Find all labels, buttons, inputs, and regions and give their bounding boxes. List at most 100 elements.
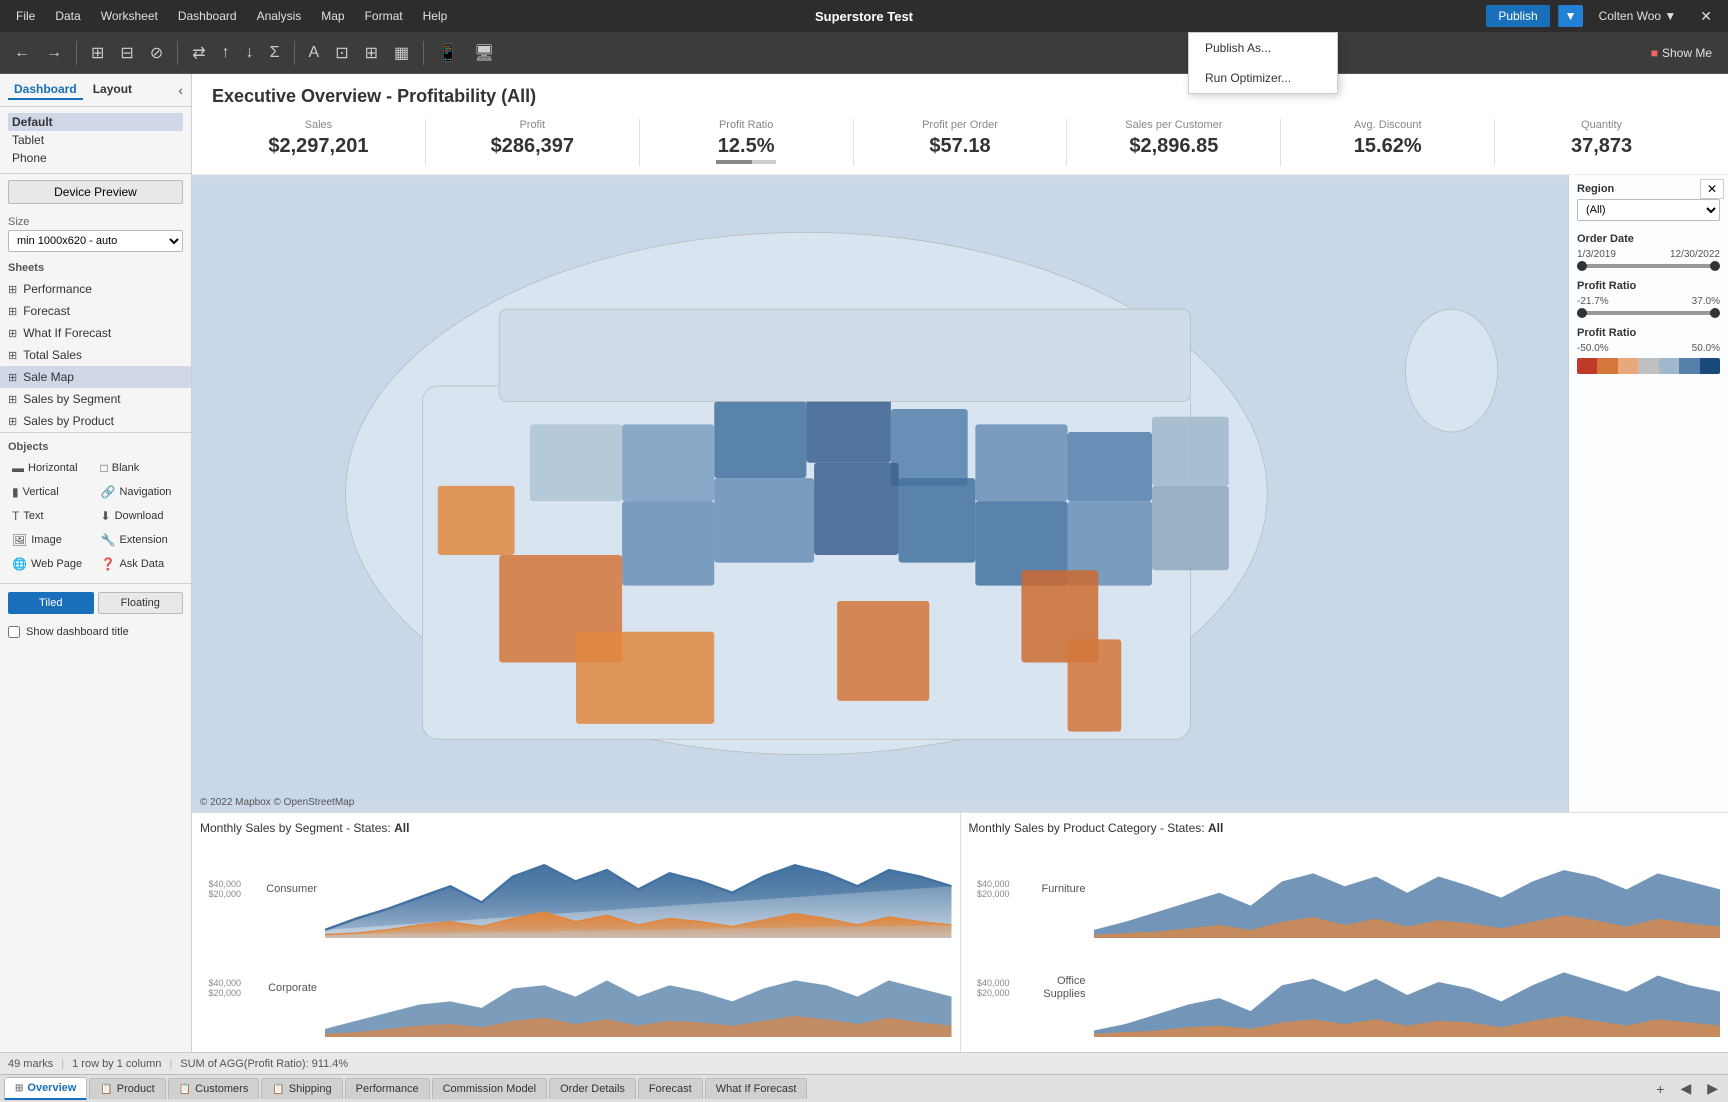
tab-product[interactable]: 📋 Product [89,1078,165,1099]
app-title: Superstore Test [815,9,913,24]
size-select[interactable]: min 1000x620 - auto [8,230,183,252]
fix-button[interactable]: ⊞ [359,39,384,67]
tab-overview[interactable]: ⊞ Overview [4,1077,87,1100]
chart-row-corporate: $40,000 $20,000 Corporate [200,940,952,1037]
swap-button[interactable]: ⇄ [186,39,211,67]
clear-button[interactable]: ⊘ [144,39,169,67]
menu-map[interactable]: Map [313,5,352,27]
object-text[interactable]: T Text [8,505,95,527]
tab-whatifforecast[interactable]: What If Forecast [705,1078,808,1099]
user-menu[interactable]: Colten Woo ▼ [1591,5,1685,27]
object-vertical[interactable]: ▮ Vertical [8,481,95,503]
date-slider-thumb-right[interactable] [1710,261,1720,271]
kpi-sales-per-customer: Sales per Customer $2,896.85 [1067,119,1281,166]
tab-shipping[interactable]: 📋 Shipping [261,1078,342,1099]
desktop-button[interactable]: 🖥 [468,39,500,67]
kpi-header: Executive Overview - Profitability (All)… [192,74,1728,175]
new-sheet-button[interactable]: ⊞ [85,39,110,67]
sort-asc-button[interactable]: ↑ [216,40,236,66]
object-extension[interactable]: 🔧 Extension [97,529,184,551]
filter-region-title: Region [1577,183,1720,195]
corporate-chart[interactable] [325,940,952,1037]
publish-button[interactable]: Publish [1486,5,1549,27]
menu-worksheet[interactable]: Worksheet [93,5,166,27]
back-button[interactable]: ← [8,40,36,66]
sort-desc-button[interactable]: ↓ [240,40,260,66]
profit-slider-track[interactable] [1577,311,1720,315]
menu-bar: File Data Worksheet Dashboard Analysis M… [0,0,1728,32]
sheet-whatif[interactable]: ⊞ What If Forecast [0,322,191,344]
publish-arrow-button[interactable]: ▼ [1558,5,1583,27]
menu-file[interactable]: File [8,5,43,27]
label-button[interactable]: A [303,40,326,66]
date-slider-thumb-left[interactable] [1577,261,1587,271]
tab-performance[interactable]: Performance [345,1078,430,1099]
object-webpage[interactable]: 🌐 Web Page [8,553,95,575]
profit-slider-thumb-right[interactable] [1710,308,1720,318]
filter-region-select[interactable]: (All) [1577,199,1720,221]
floating-button[interactable]: Floating [98,592,184,614]
device-default[interactable]: Default [8,113,183,131]
device-phone[interactable]: Phone [8,149,183,167]
sheet-salesbysegment[interactable]: ⊞ Sales by Segment [0,388,191,410]
device-tablet[interactable]: Tablet [8,131,183,149]
tab-layout[interactable]: Layout [87,80,138,100]
object-navigation[interactable]: 🔗 Navigation [97,481,184,503]
consumer-chart[interactable] [325,841,952,938]
sum-button[interactable]: Σ [264,40,286,66]
technology-chart[interactable] [1094,1039,1721,1052]
homeoffice-chart[interactable] [325,1039,952,1052]
show-me-toggle[interactable]: ■ Show Me [1643,42,1720,64]
sheet-salesbyproduct[interactable]: ⊞ Sales by Product [0,410,191,432]
menu-data[interactable]: Data [47,5,88,27]
size-button[interactable]: ⊡ [329,39,354,67]
furniture-label: Furniture [1014,883,1094,896]
phone-button[interactable]: 📱 [432,39,464,67]
chart-row-officesupplies: $40,000 $20,000 Office Supplies [969,940,1721,1037]
tab-scroll-left[interactable]: ◀ [1674,1078,1697,1099]
show-title-checkbox[interactable] [8,626,20,638]
publish-as-item[interactable]: Publish As... [1189,33,1337,63]
tab-orderdetails[interactable]: Order Details [549,1078,636,1099]
tiled-button[interactable]: Tiled [8,592,94,614]
sheet-forecast[interactable]: ⊞ Forecast [0,300,191,322]
close-button[interactable]: ✕ [1692,4,1720,29]
menu-help[interactable]: Help [415,5,456,27]
menu-format[interactable]: Format [357,5,411,27]
map-visualization[interactable] [192,175,1728,812]
object-download[interactable]: ⬇ Download [97,505,184,527]
sheet-performance[interactable]: ⊞ Performance [0,278,191,300]
object-horizontal[interactable]: ▬ Horizontal [8,457,95,479]
tab-commission[interactable]: Commission Model [432,1078,548,1099]
sheet-icon: ⊞ [8,415,17,428]
sidebar-collapse-button[interactable]: ‹ [178,82,183,98]
forward-button[interactable]: → [40,40,68,66]
profit-slider-thumb-left[interactable] [1577,308,1587,318]
show-title-label: Show dashboard title [26,626,129,638]
object-blank[interactable]: □ Blank [97,457,184,479]
segment-chart-rows: $40,000 $20,000 Consumer [200,841,952,1040]
menu-dashboard[interactable]: Dashboard [170,5,245,27]
sheet-label: Performance [23,282,92,296]
sheet-icon: ⊞ [8,327,17,340]
device-preview-button[interactable]: Device Preview [8,180,183,204]
tab-customers[interactable]: 📋 Customers [168,1078,260,1099]
object-askdata[interactable]: ❓ Ask Data [97,553,184,575]
tab-forecast[interactable]: Forecast [638,1078,703,1099]
view-button[interactable]: ▦ [388,39,415,67]
menu-analysis[interactable]: Analysis [249,5,310,27]
duplicate-button[interactable]: ⊟ [114,39,139,67]
sheet-icon: ⊞ [8,305,17,318]
new-tab-button[interactable]: + [1650,1078,1670,1099]
run-optimizer-item[interactable]: Run Optimizer... [1189,63,1337,93]
sheet-salemap[interactable]: ⊞ Sale Map [0,366,191,388]
toolbar: ← → ⊞ ⊟ ⊘ ⇄ ↑ ↓ Σ A ⊡ ⊞ ▦ 📱 🖥 ■ Show Me [0,32,1728,74]
object-image[interactable]: 🖼 Image [8,529,95,551]
sheet-totalsales[interactable]: ⊞ Total Sales [0,344,191,366]
tab-dashboard[interactable]: Dashboard [8,80,83,100]
officesupplies-chart[interactable] [1094,940,1721,1037]
furniture-chart[interactable] [1094,841,1721,938]
map-close-button[interactable]: ✕ [1700,179,1724,199]
date-slider-track[interactable] [1577,264,1720,268]
tab-scroll-right[interactable]: ▶ [1701,1078,1724,1099]
